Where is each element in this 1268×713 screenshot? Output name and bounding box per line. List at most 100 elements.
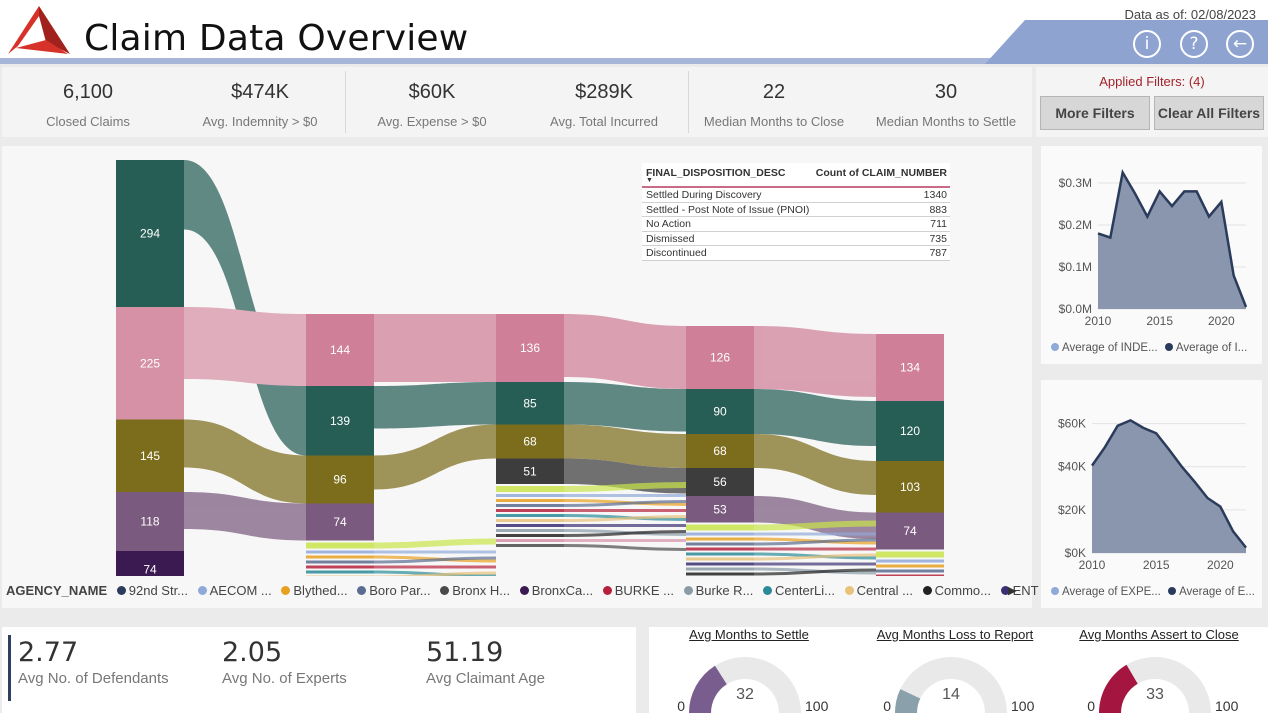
sankey-node-label: 120 bbox=[900, 424, 920, 438]
sankey-minor-node bbox=[876, 574, 944, 576]
more-filters-button[interactable]: More Filters bbox=[1040, 96, 1150, 130]
legend-label: Burke R... bbox=[695, 583, 754, 598]
cell-count: 787 bbox=[929, 247, 947, 260]
column-header-disposition[interactable]: FINAL_DISPOSITION_DESC bbox=[646, 167, 785, 179]
clear-all-filters-button[interactable]: Clear All Filters bbox=[1154, 96, 1264, 130]
kpi-strip: 6,100 Closed Claims $474K Avg. Indemnity… bbox=[2, 67, 1032, 137]
table-row[interactable]: No Action 711 bbox=[642, 217, 950, 232]
sankey-node-label: 74 bbox=[143, 563, 157, 577]
legend-item[interactable]: CenterLi... bbox=[763, 583, 835, 598]
sankey-node-label: 145 bbox=[140, 449, 160, 463]
stat-avg-experts: 2.05 Avg No. of Experts bbox=[222, 637, 347, 687]
cell-count: 1340 bbox=[923, 189, 947, 201]
dashboard-root: Claim Data Overview Data as of: 02/08/20… bbox=[0, 0, 1268, 713]
legend-title: AGENCY_NAME bbox=[6, 583, 108, 598]
legend-item[interactable]: Blythed... bbox=[281, 583, 348, 598]
sankey-node-label: 85 bbox=[523, 396, 537, 410]
gauge-months-assert-to-close[interactable]: Avg Months Assert to Close 33 0 100 bbox=[1059, 627, 1259, 713]
legend-item[interactable]: 92nd Str... bbox=[116, 583, 188, 598]
legend-item[interactable]: AECOM ... bbox=[197, 583, 272, 598]
sankey-node-label: 134 bbox=[900, 361, 920, 375]
gauge-title[interactable]: Avg Months to Settle bbox=[649, 627, 849, 642]
sankey-minor-link bbox=[563, 544, 687, 551]
legend-item[interactable]: Central ... bbox=[844, 583, 913, 598]
legend-label: Average of E... bbox=[1179, 586, 1255, 598]
y-tick-label: $0.2M bbox=[1059, 218, 1092, 232]
gauge-months-to-settle[interactable]: Avg Months to Settle 32 0 100 bbox=[649, 627, 849, 713]
sankey-minor-node bbox=[686, 537, 754, 541]
legend-item[interactable]: Boro Par... bbox=[357, 583, 431, 598]
legend-dot bbox=[1051, 343, 1059, 351]
sankey-minor-link bbox=[373, 538, 497, 549]
sankey-minor-node bbox=[686, 542, 754, 546]
sankey-minor-node bbox=[876, 569, 944, 573]
sankey-minor-node bbox=[686, 552, 754, 556]
kpi-value: 30 bbox=[934, 81, 958, 103]
sankey-node-label: 294 bbox=[140, 227, 160, 241]
info-icon[interactable]: i bbox=[1133, 30, 1161, 58]
legend-dot bbox=[602, 586, 612, 595]
gauge-min: 0 bbox=[677, 698, 685, 713]
help-icon[interactable]: ? bbox=[1180, 30, 1208, 58]
sankey-minor-node bbox=[686, 557, 754, 561]
legend-dot bbox=[844, 586, 854, 595]
table-row[interactable]: Dismissed 735 bbox=[642, 232, 950, 247]
expense-trend-panel: $60K $40K $20K $0K 2010 2015 2020 Average of E… bbox=[1041, 380, 1262, 608]
sankey-minor-node bbox=[686, 562, 754, 566]
indemnity-trend-panel: $0.3M $0.2M $0.1M $0.0M 2010 2015 2020 Average… bbox=[1041, 146, 1262, 364]
legend-label: AECOM ... bbox=[209, 583, 272, 598]
back-arrow-icon[interactable]: ← bbox=[1226, 30, 1254, 58]
legend-item[interactable]: BronxCa... bbox=[519, 583, 593, 598]
legend-dot bbox=[281, 586, 291, 595]
y-tick-label: $0.1M bbox=[1059, 260, 1092, 274]
accent-bar bbox=[8, 635, 11, 701]
sankey-node-label: 139 bbox=[330, 414, 350, 428]
sankey-minor-node bbox=[496, 524, 564, 527]
kpi-value: $60K bbox=[408, 81, 456, 103]
gauge-max: 100 bbox=[1011, 698, 1035, 713]
x-tick-label: 2015 bbox=[1143, 558, 1170, 572]
cell-count: 711 bbox=[930, 218, 947, 231]
cell-desc: Settled - Post Note of Issue (PNOI) bbox=[646, 203, 810, 216]
kpi-closed-claims: 6,100 Closed Claims bbox=[2, 67, 174, 137]
gauge-months-loss-to-report[interactable]: Avg Months Loss to Report 14 0 100 bbox=[855, 627, 1055, 713]
area-fill bbox=[1092, 420, 1246, 553]
gauge-title[interactable]: Avg Months Loss to Report bbox=[855, 627, 1055, 642]
x-tick-label: 2015 bbox=[1146, 314, 1173, 328]
sankey-node-label: 90 bbox=[713, 405, 727, 419]
x-tick-label: 2020 bbox=[1207, 558, 1234, 572]
sankey-node-label: 74 bbox=[903, 524, 917, 538]
legend-label: Boro Par... bbox=[369, 583, 431, 598]
sankey-node-label: 74 bbox=[333, 515, 347, 529]
sort-desc-icon[interactable]: ▼ bbox=[646, 177, 653, 184]
sankey-link bbox=[564, 314, 686, 389]
sankey-minor-node bbox=[686, 567, 754, 571]
legend-item[interactable]: Bronx H... bbox=[440, 583, 510, 598]
sankey-link bbox=[184, 307, 306, 386]
gauge-graphic: 14 0 100 bbox=[883, 657, 1035, 713]
agency-legend: AGENCY_NAME 92nd Str... AECOM ... Blythe… bbox=[6, 583, 1071, 598]
y-tick-label: $20K bbox=[1058, 503, 1086, 517]
sankey-minor-node bbox=[876, 551, 944, 558]
cell-count: 735 bbox=[929, 232, 947, 245]
legend-item[interactable]: Commo... bbox=[922, 583, 991, 598]
sankey-node-label: 68 bbox=[523, 435, 537, 449]
legend-item[interactable]: BURKE ... bbox=[602, 583, 674, 598]
gauge-title[interactable]: Avg Months Assert to Close bbox=[1059, 627, 1259, 642]
legend-dot bbox=[1051, 587, 1059, 595]
legend-next-arrow-icon[interactable]: ▶ bbox=[1008, 584, 1016, 597]
table-row[interactable]: Discontinued 787 bbox=[642, 246, 950, 261]
legend-dot bbox=[197, 586, 207, 595]
kpi-value: $289K bbox=[575, 81, 633, 103]
sankey-link bbox=[374, 382, 496, 429]
kpi-label: Median Months to Close bbox=[703, 114, 845, 129]
table-row[interactable]: Settled - Post Note of Issue (PNOI) 883 bbox=[642, 203, 950, 218]
sankey-minor-node bbox=[686, 524, 754, 531]
legend-item[interactable]: Burke R... bbox=[683, 583, 754, 598]
page-title: Claim Data Overview bbox=[84, 18, 469, 59]
column-header-count[interactable]: Count of CLAIM_NUMBER bbox=[816, 167, 947, 179]
kpi-label: Median Months to Settle bbox=[875, 114, 1017, 129]
expense-area-chart[interactable]: $60K$40K$20K$0K2010 2015 2020 bbox=[1041, 380, 1262, 580]
indemnity-area-chart[interactable]: $0.3M$0.2M$0.1M$0.0M2010 2015 2020 bbox=[1041, 146, 1262, 336]
table-row[interactable]: Settled During Discovery 1340 bbox=[642, 188, 950, 203]
